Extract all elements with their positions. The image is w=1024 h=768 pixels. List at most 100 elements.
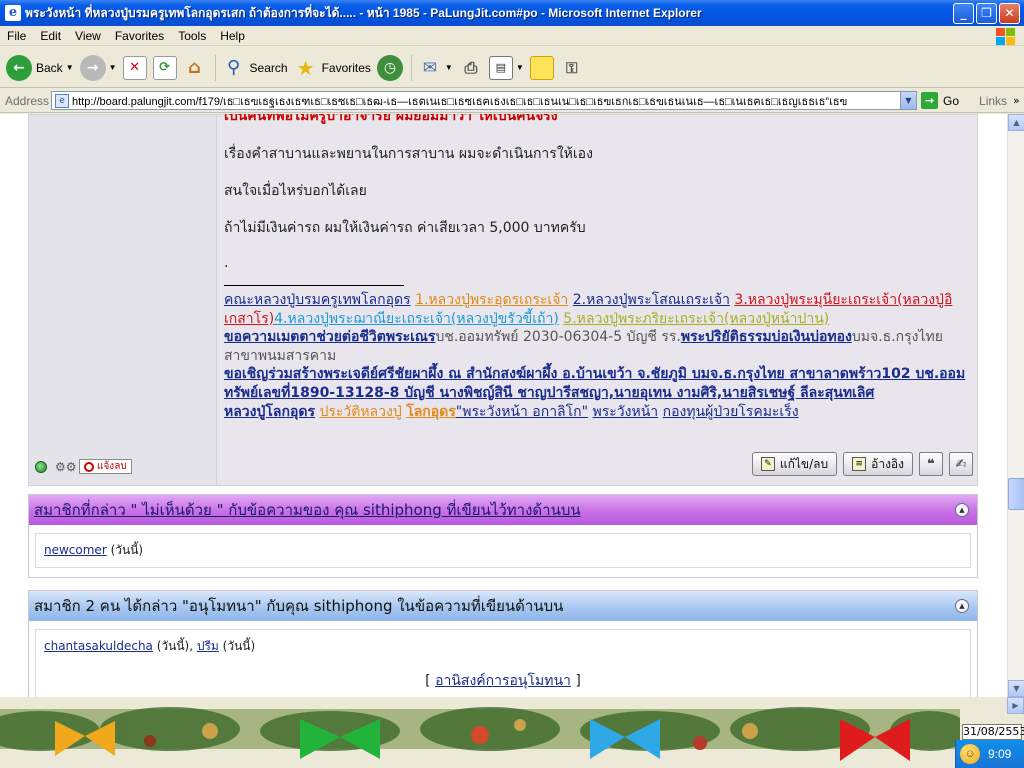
scroll-up-icon[interactable]: ▲ (1008, 114, 1024, 131)
post-paragraph: ถ้าไม่มีเงินค่ารถ ผมให้เงินค่ารถ ค่าเสีย… (224, 220, 586, 236)
sig-link-school[interactable]: พระปริยัติธรรมบ่อเงินบ่อทอง (681, 329, 852, 345)
sig-link-donate[interactable]: ขอความเมตตาช่วยต่อชีวิตพระเณร (224, 329, 435, 345)
sig-link-monk1[interactable]: 1.หลวงปู่พระอุดรเถระเจ้า (415, 292, 568, 308)
home-button[interactable]: ⌂ (183, 51, 207, 85)
edit-icon: ✎ (760, 457, 775, 471)
toolbar: ← Back ▼ → ▼ ✕ ⟳ ⌂ ⚲ Search ★ Favorites … (0, 48, 1024, 88)
research-button[interactable]: ⚿ (560, 51, 584, 85)
smiley-icon[interactable]: ☺ (960, 744, 980, 764)
search-icon: ⚲ (226, 57, 241, 78)
menu-edit[interactable]: Edit (33, 29, 68, 43)
edit-delete-button[interactable]: ✎ แก้ไข/ลบ (751, 452, 838, 476)
bracket-open: [ (425, 673, 436, 689)
sig-bank-info: บช.ออมทรัพย์ 2030-06304-5 บัญชี รร. (435, 329, 681, 346)
address-url[interactable]: http://board.palungjit.com/f179/เธ□เธฃเธ… (72, 92, 900, 109)
mail-button[interactable]: ✉ ▼ (418, 51, 453, 85)
mail-icon: ✉ (422, 57, 438, 78)
go-arrow-icon: → (921, 92, 938, 109)
page-content: เป็นคนที่พอไม่ครูบาอาจารย์ ผมยอมมาว่า ให… (0, 114, 1007, 697)
mail-dropdown-icon[interactable]: ▼ (445, 63, 453, 72)
edit-page-icon: ▤ (488, 55, 513, 80)
edit-dropdown-icon[interactable]: ▼ (516, 63, 524, 72)
notes-button[interactable] (529, 51, 554, 85)
menu-view[interactable]: View (68, 29, 108, 43)
stop-button[interactable]: ✕ (122, 51, 147, 85)
user-link[interactable]: newcomer (44, 543, 107, 557)
go-button[interactable]: → Go (921, 92, 959, 109)
stop-icon: ✕ (122, 55, 147, 80)
sig-link-loka[interactable]: หลวงปู่โลกอุดร (224, 404, 315, 420)
user-tools-icon[interactable]: ⚙⚙ (55, 460, 77, 474)
forward-button[interactable]: → ▼ (79, 51, 117, 85)
sig-link-cancer-fund[interactable]: กองทุนผู้ป่วยโรคมะเร็ง (663, 404, 799, 420)
anumo-panel-title: สมาชิก 2 คน ได้กล่าว "อนุโมทนา" กับคุณ s… (34, 597, 564, 615)
sig-link-monk2[interactable]: 2.หลวงปู่พระโสณเถระเจ้า (573, 292, 730, 308)
scroll-down-icon[interactable]: ▼ (1008, 680, 1024, 697)
back-arrow-icon: ← (6, 54, 32, 81)
toolbar-separator (214, 54, 216, 81)
maximize-button[interactable]: ❐ (976, 2, 997, 24)
address-dropdown-icon[interactable]: ▼ (900, 92, 916, 109)
print-button[interactable]: ⎙ (459, 51, 483, 85)
history-icon: ◷ (376, 54, 403, 81)
edit-label: แก้ไข/ลบ (779, 456, 829, 471)
sig-link-monk5[interactable]: 5.หลวงปู่พระภริยะเถระเจ้า(หลวงปู่หน้าปาน… (563, 311, 829, 327)
sig-link-invite[interactable]: ขอเชิญร่วมสร้างพระเจดีย์ศรีชัยผาผึ้ง ณ ส… (224, 366, 965, 401)
user-when: (วันนี้) (106, 543, 144, 557)
report-button[interactable]: แจ้งลบ (79, 459, 132, 474)
menu-bar: File Edit View Favorites Tools Help (0, 26, 1024, 46)
search-button[interactable]: ⚲ Search (222, 51, 288, 85)
collapse-icon[interactable]: ▲ (955, 503, 969, 517)
sig-link-history[interactable]: ประวัติหลวงปู่ (319, 404, 401, 420)
collapse-icon[interactable]: ▲ (955, 599, 969, 613)
edit-page-button[interactable]: ▤ ▼ (488, 51, 524, 85)
links-button[interactable]: Links (979, 94, 1007, 108)
anumo-info: [ อานิสงค์การอนุโมทนา ] (44, 670, 962, 692)
quote-button[interactable]: ≡ อ้างอิง (843, 452, 913, 476)
links-chevron-icon[interactable]: » (1013, 94, 1020, 107)
post-cut-line: เป็นคนที่พอไม่ครูบาอาจารย์ ผมยอมมาว่า ให… (224, 114, 558, 124)
printer-icon: ⎙ (464, 57, 478, 77)
user-link[interactable]: chantasakuldecha (44, 639, 153, 653)
anumo-list: chantasakuldecha (วันนี้), ปรีม (วันนี้)… (35, 629, 971, 697)
sig-link-wanghna[interactable]: พระวังหน้า (593, 404, 659, 420)
title-bar: e พระวังหน้า ที่หลวงปู่บรมครูเทพโลกอุดรเ… (0, 0, 1024, 26)
address-input[interactable]: e http://board.palungjit.com/f179/เธ□เธฃ… (51, 91, 917, 110)
menu-favorites[interactable]: Favorites (108, 29, 171, 43)
minimize-button[interactable]: _ (953, 2, 974, 24)
favorites-button[interactable]: ★ Favorites (294, 51, 371, 85)
clock-time[interactable]: 9:09 (988, 747, 1011, 761)
user-link[interactable]: ปรีม (197, 639, 219, 653)
sig-link-group[interactable]: คณะหลวงปู่บรมครูเทพโลกอุดร (224, 292, 411, 308)
post-status-tools: ⚙⚙ แจ้งลบ (35, 459, 132, 474)
history-button[interactable]: ◷ (376, 51, 403, 85)
refresh-button[interactable]: ⟳ (152, 51, 177, 85)
close-button[interactable]: ✕ (999, 2, 1020, 24)
sig-link-wanghna-akaliko[interactable]: "พระวังหน้า อกาลิโก" (456, 404, 588, 420)
forward-dropdown-icon[interactable]: ▼ (109, 63, 117, 72)
post-paragraph: สนใจเมื่อไหร่บอกได้เลย (224, 183, 367, 199)
back-label: Back (36, 60, 63, 75)
note-icon (529, 55, 554, 80)
ie-icon: e (5, 5, 21, 21)
scroll-right-icon[interactable]: ▶ (1007, 697, 1024, 714)
vertical-scrollbar[interactable]: ▲ ▼ (1007, 114, 1024, 697)
scroll-thumb[interactable] (1008, 478, 1024, 510)
multi-quote-icon[interactable]: ❝ (919, 452, 943, 476)
back-button[interactable]: ← Back ▼ (6, 51, 74, 85)
menu-tools[interactable]: Tools (171, 29, 213, 43)
address-label: Address (5, 93, 50, 108)
user-when: (วันนี้) (218, 639, 256, 653)
sig-link-monk4[interactable]: 4.หลวงปู่พระฌาณียะเถระเจ้า(หลวงปู่ขรัวขี… (274, 311, 559, 327)
post-actions: ✎ แก้ไข/ลบ ≡ อ้างอิง ❝ ✍ (746, 452, 973, 476)
anumo-benefit-link[interactable]: อานิสงค์การอนุโมทนา (435, 673, 571, 689)
back-dropdown-icon[interactable]: ▼ (66, 63, 74, 72)
disagree-panel: สมาชิกที่กล่าว " ไม่เห็นด้วย " กับข้อควา… (28, 494, 978, 578)
quick-reply-icon[interactable]: ✍ (949, 452, 973, 476)
menu-file[interactable]: File (0, 29, 33, 43)
sig-link-lokaudon[interactable]: โลกอุดร (406, 404, 456, 420)
signature-divider (224, 285, 404, 286)
post-signature: คณะหลวงปู่บรมครูเทพโลกอุดร 1.หลวงปู่พระอ… (224, 291, 969, 421)
menu-help[interactable]: Help (213, 29, 252, 43)
refresh-icon: ⟳ (152, 55, 177, 80)
